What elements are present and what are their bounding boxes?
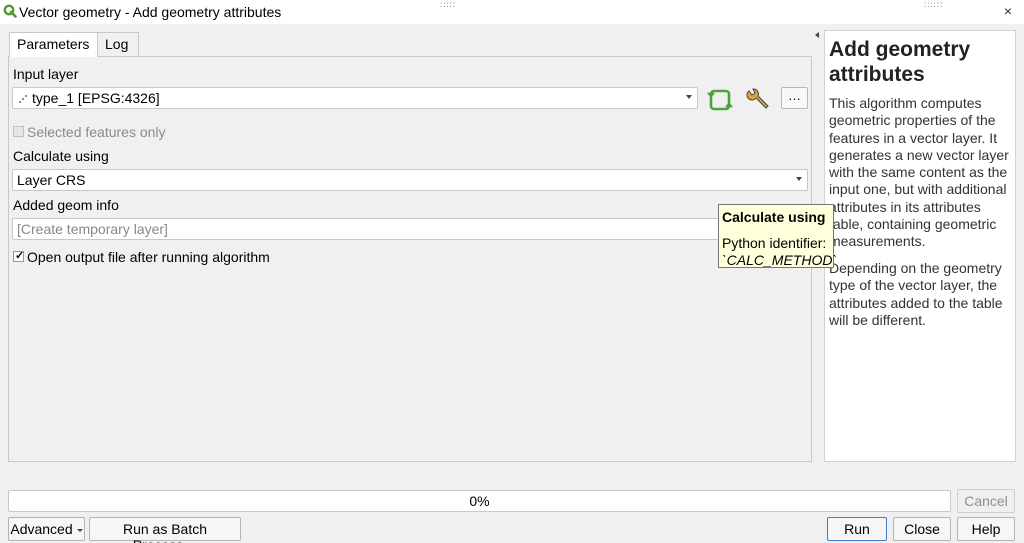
input-layer-combo[interactable]: type_1 [EPSG:4326] bbox=[12, 87, 698, 109]
help-note: Depending on the geometry type of the ve… bbox=[829, 260, 1003, 328]
tooltip-title: Calculate using bbox=[722, 209, 826, 225]
calculate-using-combo[interactable]: Layer CRS bbox=[12, 169, 808, 191]
more-options-button[interactable]: … bbox=[781, 87, 808, 109]
tooltip: Calculate using Python identifier: `CALC… bbox=[718, 204, 838, 268]
chevron-down-icon bbox=[796, 177, 802, 181]
output-placeholder: [Create temporary layer] bbox=[17, 221, 168, 237]
window-grip-icon: ::::: bbox=[440, 0, 457, 9]
selected-features-label: Selected features only bbox=[27, 124, 166, 140]
close-window-button[interactable]: × bbox=[1004, 3, 1012, 19]
selected-features-checkbox bbox=[13, 126, 24, 137]
open-output-label: Open output file after running algorithm bbox=[27, 249, 270, 265]
cancel-button[interactable]: Cancel bbox=[957, 489, 1015, 513]
close-button[interactable]: Close bbox=[893, 517, 951, 541]
run-batch-button[interactable]: Run as Batch Process… bbox=[89, 517, 241, 543]
window-title: Vector geometry - Add geometry attribute… bbox=[19, 4, 282, 20]
iterate-features-icon[interactable] bbox=[707, 87, 733, 113]
input-layer-value: type_1 [EPSG:4326] bbox=[32, 90, 160, 106]
calculate-using-label: Calculate using bbox=[13, 148, 109, 164]
added-geom-output-field[interactable]: [Create temporary layer] bbox=[12, 218, 722, 240]
progress-text: 0% bbox=[469, 493, 490, 509]
open-output-checkbox[interactable]: ✓ bbox=[13, 250, 25, 262]
chevron-down-icon bbox=[686, 95, 692, 99]
tab-parameters[interactable]: Parameters bbox=[9, 32, 98, 57]
tab-log[interactable]: Log bbox=[97, 32, 139, 56]
point-layer-icon bbox=[19, 95, 27, 103]
help-title: Add geometry attributes bbox=[829, 38, 971, 86]
chevron-down-icon bbox=[76, 528, 83, 532]
wrench-icon[interactable] bbox=[745, 86, 771, 112]
help-panel: Add geometry attributes This algorithm c… bbox=[824, 30, 1016, 462]
added-geom-info-label: Added geom info bbox=[13, 197, 119, 213]
tooltip-identifier-value: `CALC_METHOD` bbox=[722, 252, 838, 268]
check-icon: ✓ bbox=[15, 250, 25, 262]
tooltip-identifier-label: Python identifier: bbox=[722, 235, 827, 251]
progress-bar: 0% bbox=[8, 490, 951, 512]
advanced-button[interactable]: Advanced bbox=[8, 517, 85, 541]
help-button[interactable]: Help bbox=[957, 517, 1015, 541]
qgis-logo-icon bbox=[3, 4, 17, 18]
title-bar: Vector geometry - Add geometry attribute… bbox=[0, 0, 1024, 24]
run-button[interactable]: Run bbox=[827, 517, 887, 541]
input-layer-label: Input layer bbox=[13, 66, 79, 82]
collapse-help-icon[interactable] bbox=[815, 32, 819, 38]
window-grip-icon: :::::: bbox=[924, 0, 944, 9]
calculate-using-value: Layer CRS bbox=[17, 172, 86, 188]
advanced-button-label: Advanced bbox=[10, 521, 73, 537]
help-description: This algorithm computes geometric proper… bbox=[829, 95, 1009, 250]
